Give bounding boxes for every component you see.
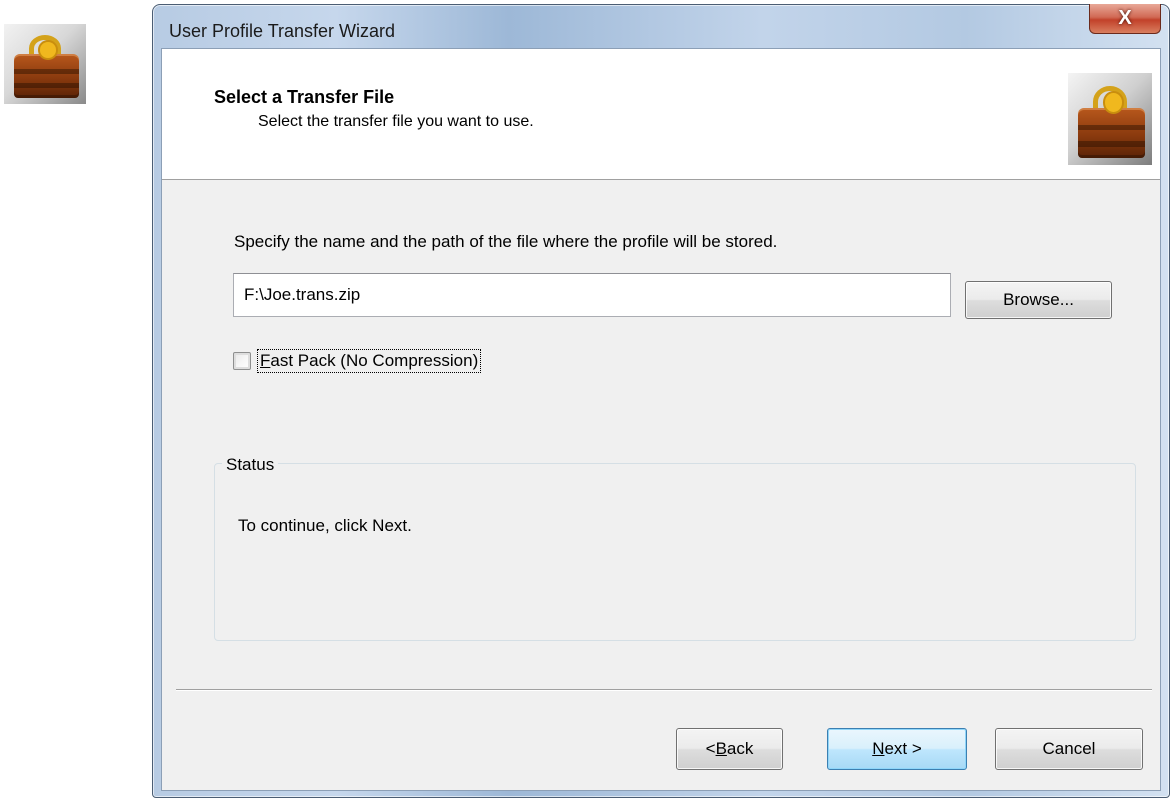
page-subtitle: Select the transfer file you want to use… xyxy=(258,113,534,130)
fast-pack-label[interactable]: Fast Pack (No Compression) xyxy=(256,349,482,373)
status-legend: Status xyxy=(222,455,279,475)
close-button[interactable]: X xyxy=(1089,4,1161,34)
status-group-box xyxy=(214,463,1136,641)
back-button[interactable]: < Back xyxy=(676,728,783,770)
wizard-window: User Profile Transfer Wizard X Select a … xyxy=(152,4,1170,798)
wizard-client-area: Select a Transfer File Select the transf… xyxy=(161,48,1161,791)
bag-icon xyxy=(1068,73,1152,165)
fast-pack-option[interactable]: Fast Pack (No Compression) xyxy=(233,349,482,373)
page-title: Select a Transfer File xyxy=(214,87,395,107)
footer-separator xyxy=(176,689,1152,691)
next-button[interactable]: Next > xyxy=(827,728,967,770)
close-icon: X xyxy=(1118,7,1132,29)
bag-icon xyxy=(4,24,86,104)
header-bag-icon xyxy=(1068,73,1152,165)
file-path-input[interactable] xyxy=(233,273,951,317)
wizard-header: Select a Transfer File Select the transf… xyxy=(162,49,1160,180)
browse-button[interactable]: Browse... xyxy=(965,281,1112,319)
window-title: User Profile Transfer Wizard xyxy=(169,21,396,41)
status-message: To continue, click Next. xyxy=(238,516,412,535)
fast-pack-checkbox[interactable] xyxy=(233,352,251,370)
instructions-label: Specify the name and the path of the fil… xyxy=(234,232,778,251)
desktop-bag-icon[interactable] xyxy=(4,24,86,104)
cancel-button[interactable]: Cancel xyxy=(995,728,1143,770)
